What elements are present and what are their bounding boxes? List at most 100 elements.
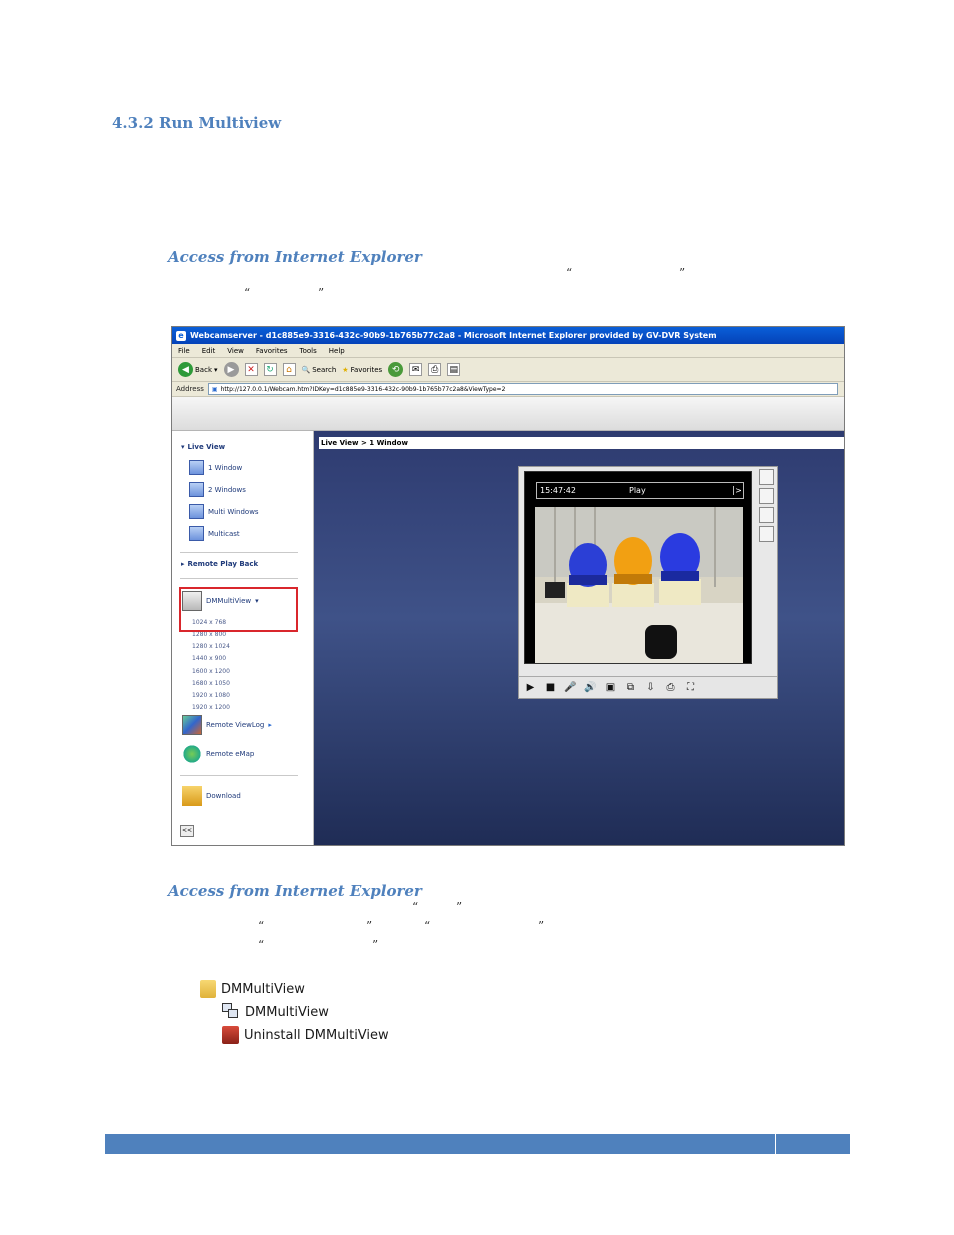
sidebar-item-2-windows[interactable]: 2 Windows — [189, 482, 246, 497]
stop-icon[interactable]: ■ — [542, 679, 559, 696]
ptz-icon[interactable] — [759, 507, 774, 523]
uninstall-icon — [222, 1026, 239, 1044]
resolution-option[interactable]: 1440 x 900 — [192, 655, 226, 662]
start-menu-uninstall[interactable]: Uninstall DMMultiView — [222, 1026, 389, 1044]
quote-close: ” — [366, 919, 373, 933]
sidebar-item-label: Multi Windows — [208, 507, 259, 516]
page-icon: ▣ — [211, 385, 218, 393]
sidebar-remote-emap[interactable]: Remote eMap — [182, 744, 254, 764]
quote-close: ” — [538, 919, 545, 933]
sidebar-item-label: 1 Window — [208, 463, 243, 472]
camera-image — [535, 507, 743, 663]
snapshot-icon[interactable] — [759, 526, 774, 542]
print-button[interactable]: ⎙ — [428, 363, 442, 376]
quote-open: “ — [412, 900, 419, 914]
sidebar-item-label: Multicast — [208, 529, 240, 538]
emap-icon — [182, 744, 202, 764]
back-label: Back — [195, 365, 212, 374]
quote-open: “ — [244, 286, 251, 300]
menu-edit[interactable]: Edit — [202, 347, 216, 355]
back-arrow-icon: ◀ — [178, 362, 193, 377]
start-menu-folder[interactable]: DMMultiView — [200, 980, 305, 998]
footer-divider — [775, 1134, 776, 1154]
menu-file[interactable]: File — [178, 347, 190, 355]
search-label: Search — [312, 365, 337, 374]
resolution-option[interactable]: 1680 x 1050 — [192, 680, 230, 687]
time-display: 15:47:42 — [540, 486, 576, 495]
print-icon[interactable]: ⎙ — [662, 679, 679, 696]
list-icon[interactable] — [759, 469, 774, 485]
address-label: Address — [176, 385, 204, 393]
status-bar: 15:47:42 Play > — [536, 482, 744, 499]
forward-button[interactable]: ▶ — [223, 362, 239, 377]
remote-playback-label: Remote Play Back — [187, 560, 259, 568]
sidebar-remote-viewlog[interactable]: Remote ViewLog ▸ — [182, 715, 272, 735]
resolution-option[interactable]: 1280 x 800 — [192, 631, 226, 638]
page-banner — [172, 397, 844, 431]
browser-toolbar: ◀ Back ▾ ▶ ✕ ↻ ⌂ 🔍 Search ★ Favorites ⟲ … — [172, 358, 844, 382]
quote-close: ” — [318, 286, 325, 300]
resolution-option[interactable]: 1920 x 1080 — [192, 692, 230, 699]
grid-icon — [189, 504, 204, 519]
home-button[interactable]: ⌂ — [282, 363, 296, 376]
speaker-icon[interactable]: 🔊 — [582, 679, 599, 696]
live-view-label: Live View — [187, 443, 226, 451]
resolution-option[interactable]: 1280 x 1024 — [192, 643, 230, 650]
search-icon: 🔍 — [301, 365, 311, 374]
main-panel: Live View > 1 Window 15:47:42 Play > ▶ ■… — [314, 431, 844, 845]
history-button[interactable]: ⟲ — [388, 362, 404, 377]
sidebar-remote-playback[interactable]: ▸ Remote Play Back — [181, 560, 258, 568]
sidebar-item-label: 2 Windows — [208, 485, 246, 494]
start-menu-app[interactable]: DMMultiView — [222, 1003, 329, 1021]
resolution-option[interactable]: 1600 x 1200 — [192, 668, 230, 675]
footer-bar — [105, 1134, 850, 1154]
menu-favorites[interactable]: Favorites — [256, 347, 288, 355]
refresh-button[interactable]: ↻ — [263, 363, 277, 376]
window-icon — [189, 460, 204, 475]
sidebar-download[interactable]: Download — [182, 786, 241, 806]
play-status: Play — [629, 486, 646, 495]
settings-icon[interactable] — [759, 488, 774, 504]
webcam-app: ▾ Live View 1 Window 2 Windows Multi Win… — [172, 431, 844, 845]
stop-button[interactable]: ✕ — [244, 363, 258, 376]
address-field[interactable]: ▣ http://127.0.0.1/Webcam.htm?IDKey=d1c8… — [207, 383, 838, 395]
quote-open: “ — [258, 919, 265, 933]
menu-help[interactable]: Help — [329, 347, 345, 355]
breadcrumb: Live View > 1 Window — [319, 437, 844, 449]
app-label: DMMultiView — [245, 1004, 329, 1020]
resolution-option[interactable]: 1920 x 1200 — [192, 704, 230, 711]
sidebar-item-1-window[interactable]: 1 Window — [189, 460, 242, 475]
window-icon — [189, 482, 204, 497]
camera-icon[interactable]: ▣ — [602, 679, 619, 696]
star-icon: ★ — [342, 365, 349, 374]
viewer-side-toolbar — [759, 469, 775, 542]
quote-close: ” — [456, 900, 463, 914]
sidebar-item-multicast[interactable]: Multicast — [189, 526, 240, 541]
menu-tools[interactable]: Tools — [300, 347, 317, 355]
search-button[interactable]: 🔍 Search — [302, 366, 337, 374]
ie-screenshot: e Webcamserver - d1c885e9-3316-432c-90b9… — [171, 326, 845, 846]
menu-view[interactable]: View — [227, 347, 244, 355]
divider — [180, 552, 298, 553]
download-label: Download — [206, 792, 241, 800]
sidebar-item-multi-windows[interactable]: Multi Windows — [189, 504, 259, 519]
divider — [180, 578, 298, 579]
chevron-right-icon[interactable]: > — [733, 486, 743, 495]
play-icon[interactable]: ▶ — [522, 679, 539, 696]
mail-button[interactable]: ✉ — [409, 363, 423, 376]
window-titlebar: e Webcamserver - d1c885e9-3316-432c-90b9… — [172, 327, 844, 344]
microphone-icon[interactable]: 🎤 — [562, 679, 579, 696]
edit-button[interactable]: ▤ — [447, 363, 461, 376]
section-heading: 4.3.2 Run Multiview — [112, 114, 282, 132]
fullscreen-icon[interactable]: ⛶ — [682, 679, 699, 696]
quote-open: “ — [566, 266, 573, 280]
sidebar-live-view[interactable]: ▾ Live View — [181, 443, 225, 451]
save-icon[interactable]: ⇩ — [642, 679, 659, 696]
record-icon[interactable]: ⧉ — [622, 679, 639, 696]
remote-emap-label: Remote eMap — [206, 750, 255, 758]
back-button[interactable]: ◀ Back ▾ — [178, 362, 218, 377]
menu-bar: File Edit View Favorites Tools Help — [172, 344, 844, 358]
favorites-button[interactable]: ★ Favorites — [342, 366, 382, 374]
collapse-button[interactable]: << — [180, 825, 194, 837]
grid-icon — [189, 526, 204, 541]
